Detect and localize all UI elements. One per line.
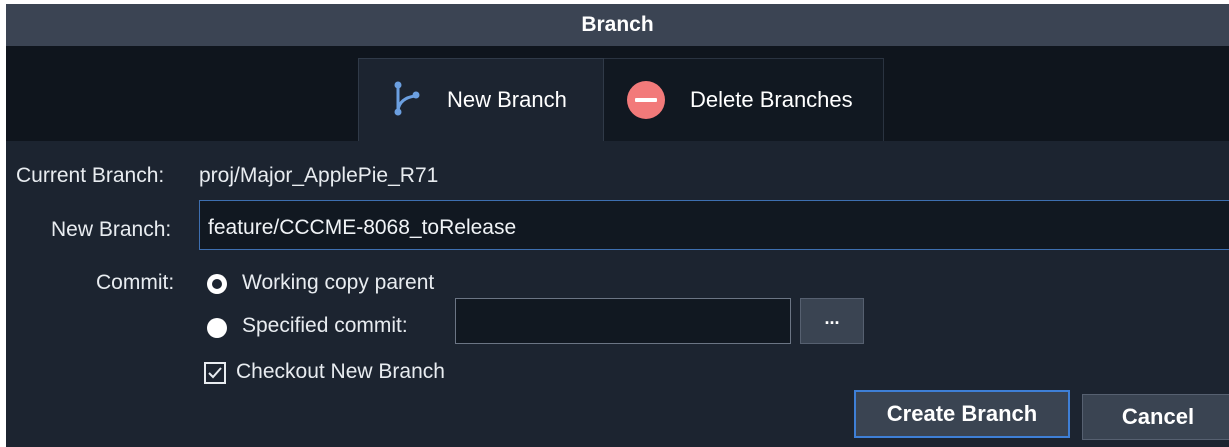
current-branch-label: Current Branch: [16,164,165,187]
checkout-new-branch-checkbox[interactable] [204,362,226,384]
branch-icon [389,80,425,120]
checkmark-icon [208,367,222,379]
minus-circle-icon [626,80,666,120]
dialog-titlebar: Branch [6,4,1229,46]
commit-label: Commit: [96,271,175,294]
new-branch-label: New Branch: [51,218,172,241]
radio-working-copy-parent-label[interactable]: Working copy parent [242,271,434,295]
browse-commit-button[interactable]: ... [800,298,864,344]
dialog-title: Branch [581,13,654,36]
tab-strip: New Branch Delete Branches [6,46,1229,141]
tab-new-branch-label: New Branch [447,87,567,112]
radio-specified-commit-label[interactable]: Specified commit: [242,314,408,338]
radio-specified-commit[interactable] [207,318,227,338]
radio-working-copy-parent[interactable] [207,274,227,294]
specified-commit-input[interactable] [455,298,791,344]
branch-dialog: Branch New Branch Delete Branches Curren… [6,4,1229,447]
tab-new-branch[interactable]: New Branch [358,58,604,141]
checkout-new-branch-label[interactable]: Checkout New Branch [236,360,445,384]
cancel-button[interactable]: Cancel [1082,394,1229,440]
tab-delete-branches[interactable]: Delete Branches [604,58,884,141]
tab-delete-branches-label: Delete Branches [690,87,853,112]
current-branch-value: proj/Major_ApplePie_R71 [199,164,439,187]
create-branch-button[interactable]: Create Branch [854,390,1070,438]
new-branch-input[interactable] [199,200,1229,250]
